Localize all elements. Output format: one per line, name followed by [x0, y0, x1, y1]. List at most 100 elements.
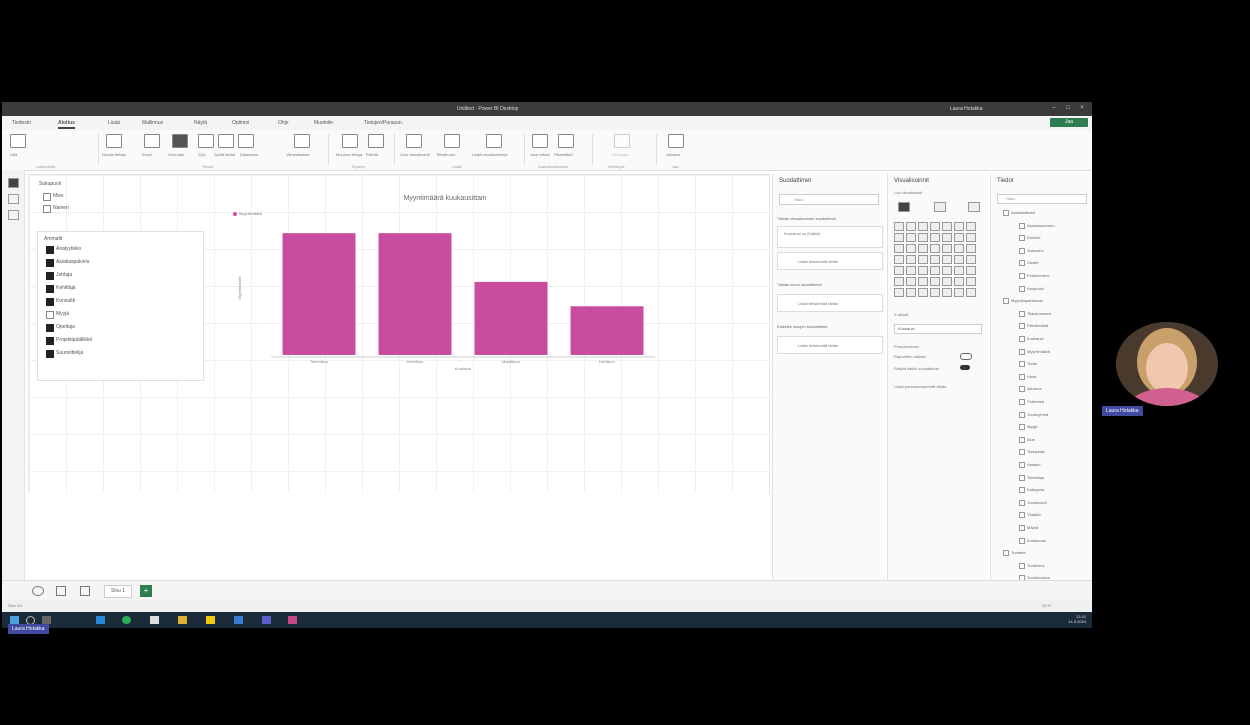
- bar-2[interactable]: [474, 281, 548, 355]
- visual-type-icon[interactable]: [906, 288, 916, 297]
- visual-type-icon[interactable]: [906, 233, 916, 242]
- visual-type-icon[interactable]: [930, 244, 940, 253]
- excel-icon[interactable]: [144, 134, 160, 148]
- bar-3[interactable]: [570, 306, 644, 355]
- paste-icon[interactable]: [10, 134, 26, 148]
- share-button[interactable]: Jaa: [1050, 118, 1088, 127]
- visual-type-icon[interactable]: [906, 266, 916, 275]
- visual-type-icon[interactable]: [894, 288, 904, 297]
- get-data-icon[interactable]: [106, 134, 122, 148]
- visual-type-icon[interactable]: [966, 266, 976, 275]
- data-field-item[interactable]: Alue: [1019, 436, 1035, 443]
- visual-type-icon[interactable]: [894, 255, 904, 264]
- checkbox[interactable]: [46, 311, 54, 319]
- field-checkbox[interactable]: [1019, 525, 1025, 531]
- table-view-icon[interactable]: [8, 194, 19, 204]
- onelake-icon[interactable]: [172, 134, 188, 148]
- checkbox[interactable]: [46, 298, 54, 306]
- transform-data-icon[interactable]: [342, 134, 358, 148]
- field-checkbox[interactable]: [1019, 449, 1025, 456]
- data-field-item[interactable]: Kuukausi: [1019, 336, 1043, 342]
- data-field-item[interactable]: Alennus: [1019, 386, 1041, 393]
- prev-page-icon[interactable]: [32, 586, 44, 596]
- windows-app-icon[interactable]: [96, 616, 105, 624]
- visual-type-icon[interactable]: [906, 244, 916, 253]
- sql-icon[interactable]: [198, 134, 214, 148]
- data-field-item[interactable]: Osoite: [1019, 260, 1039, 267]
- data-field-item[interactable]: Kaupunki: [1019, 285, 1044, 292]
- menu-insert[interactable]: Lisää: [108, 120, 120, 126]
- field-checkbox[interactable]: [1019, 474, 1025, 481]
- field-checkbox[interactable]: [1019, 512, 1025, 519]
- visual-type-icon[interactable]: [954, 277, 964, 286]
- data-field-item[interactable]: Postinumero: [1019, 273, 1049, 279]
- visual-type-icon[interactable]: [918, 222, 928, 231]
- visual-type-icon[interactable]: [894, 222, 904, 231]
- app-icon[interactable]: [288, 616, 297, 624]
- data-field-item[interactable]: Toimittaja: [1019, 474, 1044, 481]
- visual-type-icon[interactable]: [966, 222, 976, 231]
- field-checkbox[interactable]: [1019, 285, 1025, 292]
- visual-type-icon[interactable]: [918, 266, 928, 275]
- field-checkbox[interactable]: [1019, 537, 1025, 544]
- data-table-item[interactable]: Myyntitapahtumat: [1003, 298, 1043, 305]
- next-page-icon[interactable]: [80, 586, 90, 596]
- visual-type-icon[interactable]: [954, 255, 964, 264]
- field-checkbox[interactable]: [1019, 462, 1025, 468]
- visual-type-icon[interactable]: [918, 233, 928, 242]
- visual-type-icon[interactable]: [906, 222, 916, 231]
- data-table-item[interactable]: Tuotteet: [1003, 550, 1026, 557]
- bar-0[interactable]: [282, 233, 356, 355]
- analytics-icon[interactable]: [968, 202, 980, 212]
- field-checkbox[interactable]: [1019, 222, 1025, 229]
- text-box-icon[interactable]: [444, 134, 460, 148]
- data-field-item[interactable]: Yhteensä: [1019, 399, 1044, 405]
- build-visual-icon[interactable]: [898, 202, 910, 212]
- visual-type-icon[interactable]: [966, 277, 976, 286]
- visual-type-icon[interactable]: [930, 288, 940, 297]
- visual-type-icon[interactable]: [930, 277, 940, 286]
- menu-data-drill[interactable]: Tietojen/Porausn.: [364, 120, 403, 126]
- visual-type-icon[interactable]: [966, 255, 976, 264]
- data-field-item[interactable]: Toimipiste: [1019, 449, 1045, 456]
- tab-page-1[interactable]: Sivu 1: [104, 585, 132, 598]
- visual-type-icon[interactable]: [966, 288, 976, 297]
- visual-type-icon[interactable]: [894, 244, 904, 253]
- add-fields-box[interactable]: Lisää tietokentät tähän: [777, 336, 883, 354]
- checkbox[interactable]: [46, 350, 54, 358]
- data-field-item[interactable]: Myyjä: [1019, 424, 1037, 431]
- visual-type-icon[interactable]: [954, 233, 964, 242]
- add-fields-box[interactable]: Lisää tietokentät tähän: [777, 294, 883, 312]
- field-checkbox[interactable]: [1019, 247, 1025, 254]
- menu-file[interactable]: Tiedosto: [12, 120, 31, 126]
- field-checkbox[interactable]: [1019, 424, 1025, 431]
- visual-type-icon[interactable]: [942, 266, 952, 275]
- checkbox[interactable]: [46, 272, 54, 280]
- field-checkbox[interactable]: [1003, 550, 1009, 557]
- filters-search[interactable]: Haku: [779, 194, 879, 205]
- visual-type-icon[interactable]: [894, 266, 904, 275]
- visual-type-icon[interactable]: [942, 244, 952, 253]
- field-checkbox[interactable]: [1019, 411, 1025, 418]
- field-checkbox[interactable]: [1019, 273, 1025, 279]
- data-field-item[interactable]: Kategoria: [1019, 487, 1044, 494]
- slicer-gender[interactable]: Sukupuoli Mies Nainen: [37, 181, 197, 217]
- data-field-item[interactable]: Etunimi: [1019, 235, 1040, 242]
- checkbox[interactable]: [46, 246, 54, 254]
- visual-type-icon[interactable]: [918, 288, 928, 297]
- model-view-icon[interactable]: [8, 210, 19, 220]
- field-checkbox[interactable]: [1019, 436, 1025, 443]
- data-field-item[interactable]: Yksikkö: [1019, 512, 1041, 519]
- visual-type-icon[interactable]: [930, 266, 940, 275]
- page-nav-icon[interactable]: [56, 586, 66, 596]
- field-checkbox[interactable]: [1019, 348, 1025, 355]
- checkbox[interactable]: [46, 337, 54, 345]
- minimize-icon[interactable]: –: [1050, 105, 1058, 113]
- visual-type-icon[interactable]: [954, 222, 964, 231]
- data-field-item[interactable]: Tuotekoodi: [1019, 499, 1047, 506]
- powerbi-icon[interactable]: [206, 616, 215, 624]
- maximize-icon[interactable]: □: [1064, 105, 1072, 113]
- menu-optimize[interactable]: Optimoi: [232, 120, 249, 126]
- task-view-icon[interactable]: [42, 616, 51, 624]
- visual-type-icon[interactable]: [954, 288, 964, 297]
